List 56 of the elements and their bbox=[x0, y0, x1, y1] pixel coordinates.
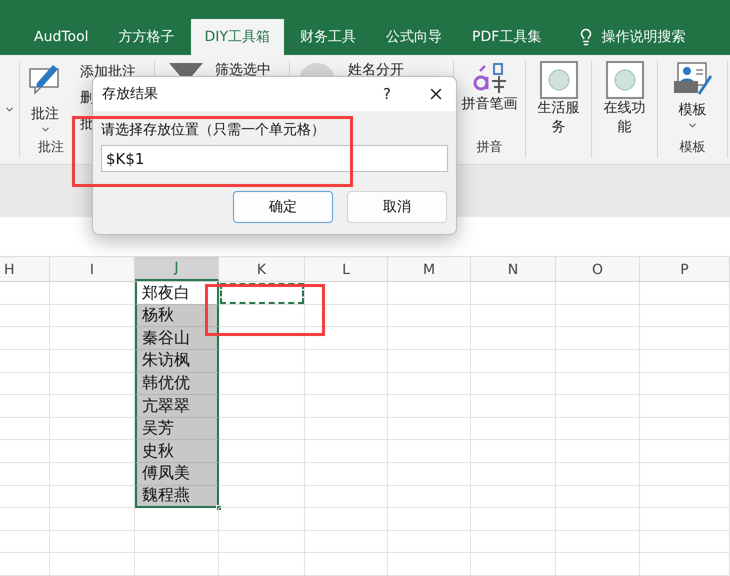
field-label: 请选择存放位置（只需一个单元格） bbox=[101, 121, 326, 139]
group-label: 模板 bbox=[680, 139, 706, 158]
dialog-button[interactable]: 确定 bbox=[233, 191, 333, 223]
dialog-title: 存放结果 bbox=[102, 85, 159, 103]
ribbon-tab[interactable]: 财务工具 bbox=[286, 19, 370, 56]
table-cell bbox=[0, 440, 50, 464]
column-header[interactable]: H bbox=[0, 257, 50, 282]
table-cell: 韩优优 bbox=[135, 372, 219, 396]
column-header[interactable]: L bbox=[305, 257, 388, 282]
comment-button[interactable]: 批注 bbox=[22, 61, 68, 138]
table-cell: 杨秋 bbox=[135, 304, 219, 328]
table-cell bbox=[0, 553, 50, 576]
template-button[interactable]: 模板 bbox=[662, 61, 722, 138]
life-service-button[interactable]: 生活服务 bbox=[530, 61, 587, 158]
ribbon-tab[interactable]: 方方格子 bbox=[104, 19, 189, 56]
table-cell bbox=[0, 508, 50, 531]
column-header[interactable]: O bbox=[556, 257, 640, 282]
table-cell: 魏程燕 bbox=[135, 486, 219, 508]
input-field[interactable]: $K$1 bbox=[101, 145, 448, 172]
service-icon bbox=[606, 61, 644, 100]
table-cell bbox=[0, 395, 50, 418]
table-cell: 亢翠翠 bbox=[135, 395, 219, 418]
table-cell bbox=[0, 350, 50, 373]
table-cell bbox=[0, 304, 50, 328]
column-header[interactable]: J bbox=[135, 257, 219, 282]
column-header[interactable]: P bbox=[640, 257, 730, 282]
table-cell bbox=[0, 463, 50, 486]
column-header[interactable]: N bbox=[471, 257, 556, 282]
table-cell: 史秋 bbox=[135, 440, 219, 464]
ribbon-tab[interactable]: PDF工具集 bbox=[458, 19, 556, 56]
online-function-button[interactable]: 在线功能 bbox=[596, 61, 653, 158]
table-cell: 傅凤美 bbox=[135, 463, 219, 486]
template-icon bbox=[674, 61, 712, 98]
table-cell bbox=[0, 282, 50, 305]
table-cell: 秦谷山 bbox=[135, 327, 219, 350]
service-icon bbox=[540, 61, 578, 100]
pinyin-button[interactable]: 拼音笔画 bbox=[460, 61, 520, 138]
table-cell: 郑夜白 bbox=[135, 282, 219, 305]
table-cell: 朱访枫 bbox=[135, 350, 219, 373]
dialog-button[interactable]: 取消 bbox=[347, 191, 447, 223]
pinyin-icon bbox=[472, 61, 508, 96]
table-cell bbox=[0, 372, 50, 396]
table-cell bbox=[0, 327, 50, 350]
ribbon-tab[interactable]: DIY工具箱 bbox=[190, 19, 284, 56]
table-cell bbox=[0, 418, 50, 440]
ribbon-tab[interactable]: 公式向导 bbox=[372, 19, 456, 56]
column-header[interactable]: K bbox=[219, 257, 305, 282]
help-button[interactable]: ? bbox=[358, 85, 416, 103]
group-label: 批注 bbox=[38, 139, 64, 158]
group-label: 拼音 bbox=[476, 139, 502, 158]
tell-me-search[interactable]: 操作说明搜索 bbox=[577, 19, 686, 56]
table-cell: 吴芳 bbox=[135, 418, 219, 440]
table-cell bbox=[0, 530, 50, 554]
table-cell bbox=[0, 486, 50, 508]
column-header[interactable]: M bbox=[388, 257, 471, 282]
ribbon-tab[interactable]: AudTool bbox=[20, 19, 103, 56]
